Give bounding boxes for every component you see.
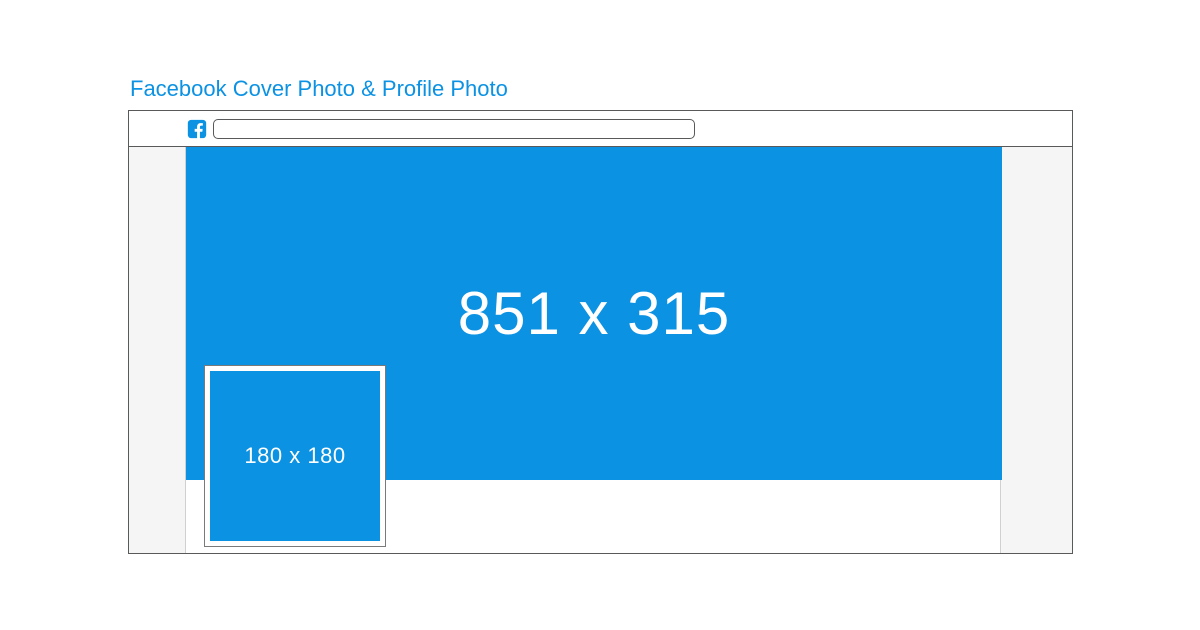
profile-photo-frame: 180 x 180 bbox=[204, 365, 386, 547]
cover-dimensions-label: 851 x 315 bbox=[458, 279, 731, 348]
sidebar-left bbox=[129, 147, 186, 553]
profile-dimensions-label: 180 x 180 bbox=[244, 443, 345, 469]
facebook-mockup-frame: 851 x 315 180 x 180 bbox=[128, 110, 1073, 554]
profile-photo-area: 180 x 180 bbox=[210, 371, 380, 541]
sidebar-right bbox=[1000, 147, 1072, 553]
content-area: 851 x 315 180 x 180 bbox=[129, 147, 1072, 553]
page-title: Facebook Cover Photo & Profile Photo bbox=[130, 76, 508, 102]
facebook-icon bbox=[187, 119, 207, 139]
topbar bbox=[129, 111, 1072, 147]
search-input[interactable] bbox=[213, 119, 695, 139]
